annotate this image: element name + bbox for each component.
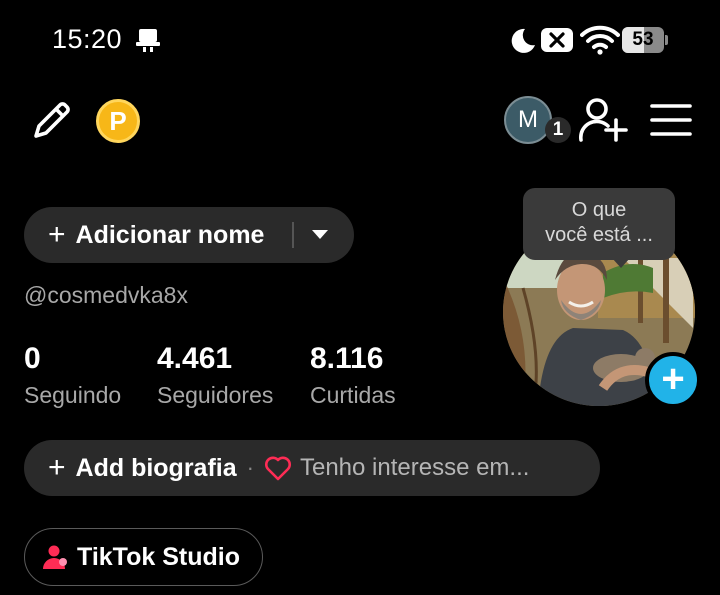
plus-icon: +: [661, 357, 685, 401]
chevron-down-icon[interactable]: [312, 230, 328, 239]
name-pill-divider: [292, 222, 294, 248]
wifi-icon: [580, 25, 620, 55]
status-prompt-line-2: você está ...: [545, 224, 653, 246]
status-prompt-line-1: O que: [571, 199, 627, 221]
add-photo-button[interactable]: +: [645, 352, 701, 408]
add-name-button[interactable]: + Adicionar nome: [24, 207, 354, 263]
plus-icon: +: [48, 451, 66, 484]
account-switcher-avatar[interactable]: M: [504, 96, 552, 144]
status-prompt-bubble[interactable]: O que você está ...: [523, 188, 675, 260]
add-name-label: Adicionar nome: [75, 220, 265, 249]
moon-icon: [511, 28, 535, 53]
status-prompt-bubble-tail: [612, 258, 630, 268]
followers-label[interactable]: Seguidores: [157, 382, 273, 409]
edit-pencil-icon[interactable]: [28, 98, 74, 144]
likes-label[interactable]: Curtidas: [310, 382, 396, 409]
battery-icon: 53: [622, 27, 668, 53]
following-label[interactable]: Seguindo: [24, 382, 121, 409]
coin-icon[interactable]: P: [96, 99, 140, 143]
status-time: 15:20: [52, 24, 123, 54]
tiktok-studio-button[interactable]: TikTok Studio: [24, 528, 263, 586]
bio-separator: ·: [246, 455, 254, 480]
account-notification-badge: 1: [545, 117, 571, 143]
plus-icon: +: [48, 218, 66, 251]
following-count[interactable]: 0: [24, 342, 41, 376]
add-bio-button[interactable]: + Add biografia · Tenho interesse em...: [24, 440, 600, 496]
battery-level: 53: [632, 29, 654, 50]
mute-icon: [541, 28, 573, 52]
coin-letter: P: [109, 106, 127, 136]
interests-prompt: Tenho interesse em...: [299, 454, 530, 481]
username-handle: @cosmedvka8x: [24, 282, 188, 308]
likes-count[interactable]: 8.116: [310, 342, 383, 376]
add-friend-icon[interactable]: [578, 96, 628, 144]
followers-count[interactable]: 4.461: [157, 342, 232, 376]
add-bio-label: Add biografia: [75, 453, 237, 482]
notification-icon: [136, 29, 160, 52]
tiktok-studio-label: TikTok Studio: [77, 542, 240, 571]
heart-icon: [264, 456, 291, 481]
menu-icon[interactable]: [650, 100, 692, 140]
creator-studio-icon: [43, 545, 67, 569]
